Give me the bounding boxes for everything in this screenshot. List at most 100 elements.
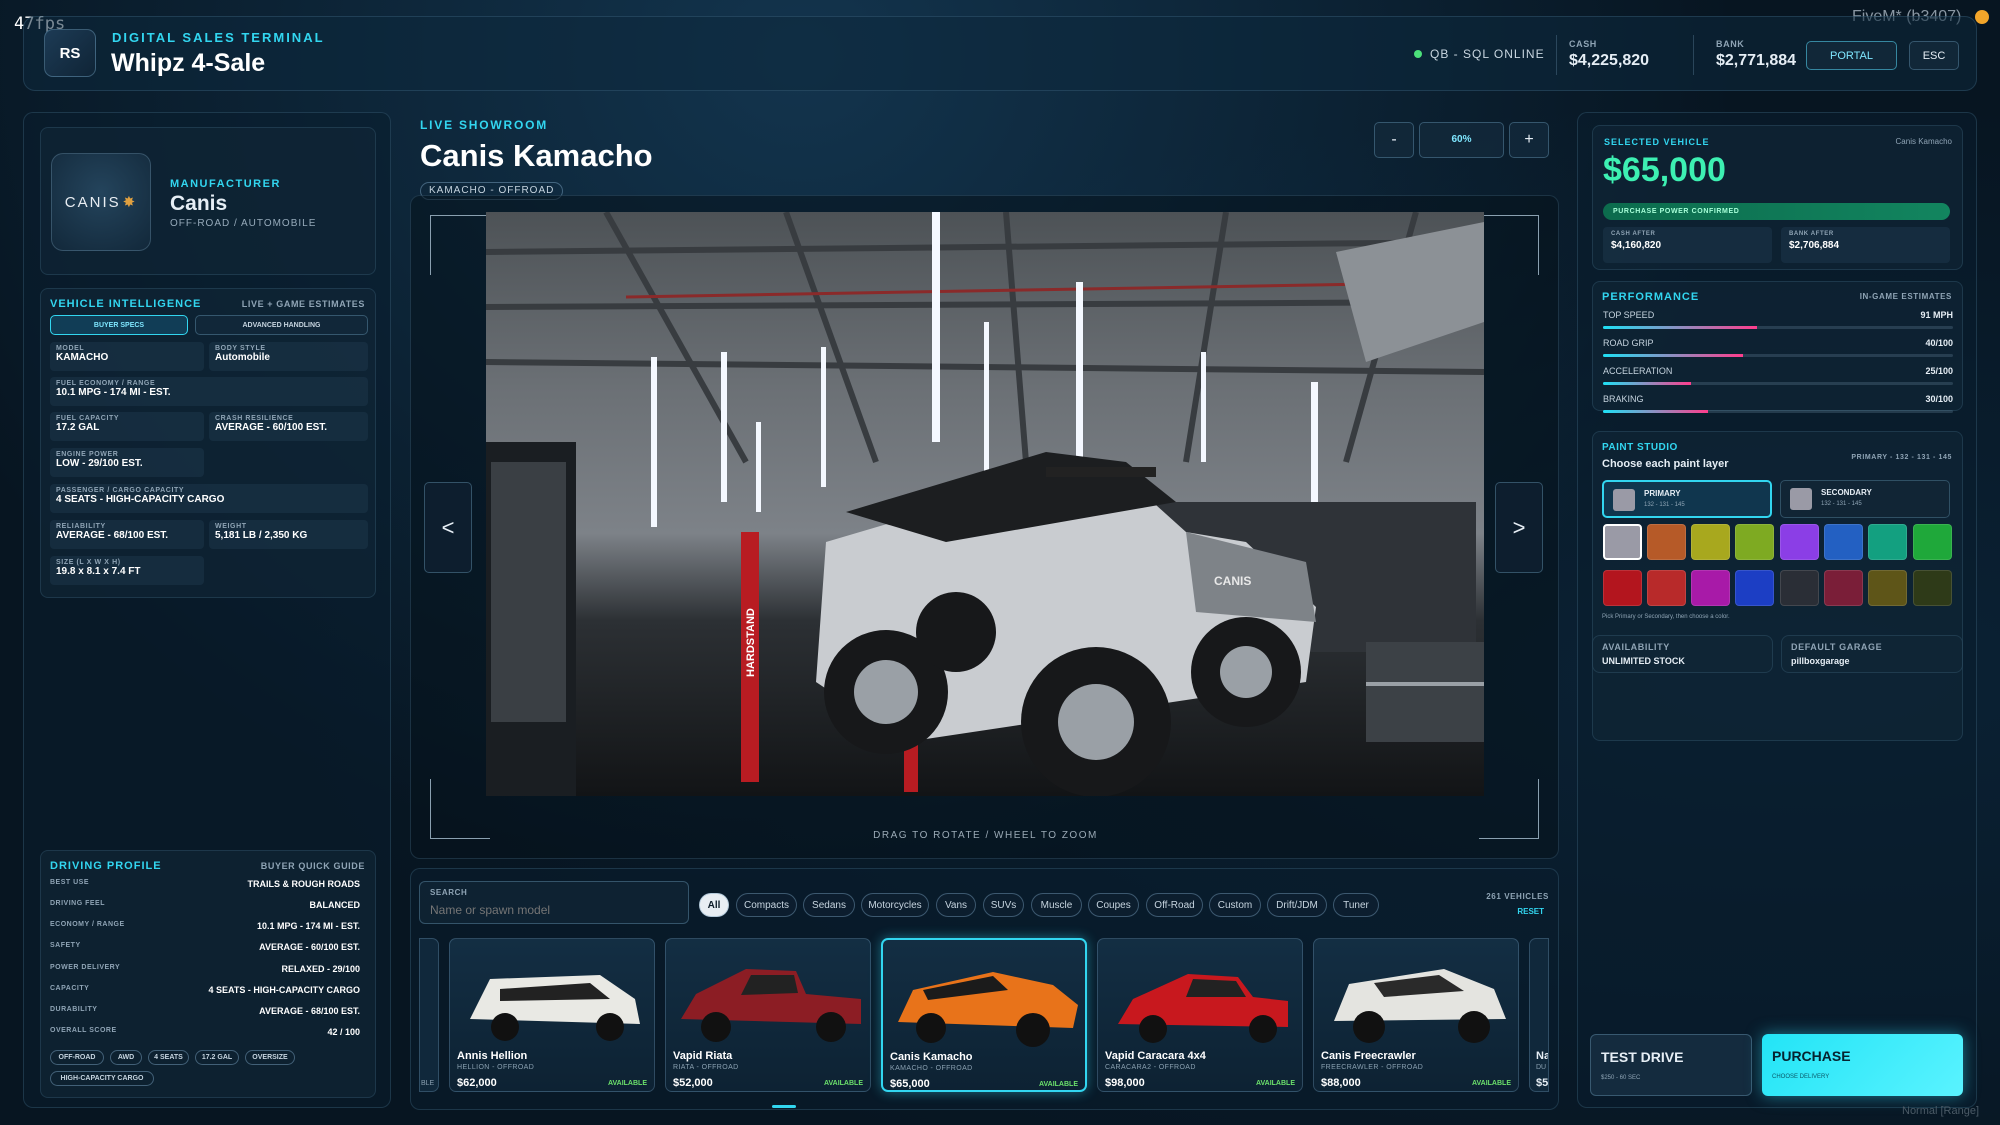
card-partial-price: $5 [1536, 1077, 1549, 1089]
filter-custom[interactable]: Custom [1209, 893, 1261, 917]
vehicle-card[interactable]: Vapid Riata RIATA - OFFROAD $52,000 AVAI… [665, 938, 871, 1092]
perf-row-braking: BRAKING 30/100 [1603, 394, 1953, 404]
vehicle-thumbnail [470, 975, 640, 1041]
profile-key: POWER DELIVERY [50, 964, 121, 971]
filter-compacts[interactable]: Compacts [736, 893, 797, 917]
purchase-button[interactable]: PURCHASE CHOOSE DELIVERY [1762, 1034, 1963, 1096]
vehicle-thumbnail [1118, 974, 1288, 1043]
cash-after-box: CASH AFTER $4,160,820 [1603, 227, 1772, 263]
filter-all[interactable]: All [699, 893, 729, 917]
perf-fill [1603, 382, 1691, 385]
perf-fill [1603, 410, 1708, 413]
card-sub: RIATA - OFFROAD [673, 1064, 739, 1071]
test-drive-label: TEST DRIVE [1601, 1049, 1684, 1065]
vehicle-card[interactable]: Vapid Caracara 4x4 CARACARA2 - OFFROAD $… [1097, 938, 1303, 1092]
filter-drift-jdm[interactable]: Drift/JDM [1267, 893, 1327, 917]
perf-key: BRAKING [1603, 394, 1644, 404]
spec-reliability: RELIABILITY AVERAGE - 68/100 EST. [50, 520, 204, 549]
profile-tag: HIGH-CAPACITY CARGO [50, 1071, 154, 1086]
paint-swatch[interactable] [1780, 524, 1819, 560]
status-dot [1414, 50, 1422, 58]
card-partial-left[interactable]: BLE [419, 938, 439, 1092]
paint-swatch[interactable] [1691, 524, 1730, 560]
paint-swatch[interactable] [1603, 570, 1642, 606]
tab-advanced-handling[interactable]: ADVANCED HANDLING [195, 315, 368, 335]
prev-vehicle-button[interactable]: < [424, 482, 472, 573]
paint-swatch[interactable] [1691, 570, 1730, 606]
portal-button[interactable]: PORTAL [1806, 41, 1897, 70]
vehicle-thumbnail [681, 969, 861, 1042]
paint-swatch[interactable] [1735, 570, 1774, 606]
filter-vans[interactable]: Vans [936, 893, 976, 917]
zoom-in-button[interactable]: + [1509, 122, 1549, 158]
paint-swatch[interactable] [1824, 570, 1863, 606]
filter-sedans[interactable]: Sedans [803, 893, 855, 917]
profile-value: 10.1 MPG - 174 MI - EST. [256, 921, 360, 931]
paint-primary-button[interactable]: PRIMARY 132 - 131 - 145 [1602, 480, 1772, 518]
card-partial-right[interactable]: Na DU $5 [1529, 938, 1549, 1092]
card-partial-sub: BLE [421, 1080, 435, 1087]
paint-swatch[interactable] [1647, 570, 1686, 606]
vehicle-card[interactable]: Annis Hellion HELLION - OFFROAD $62,000 … [449, 938, 655, 1092]
vehicle-card[interactable]: Canis Freecrawler FREECRAWLER - OFFROAD … [1313, 938, 1519, 1092]
purchase-power-text: PURCHASE POWER CONFIRMED [1613, 208, 1740, 215]
paint-hint: Pick Primary or Secondary, then choose a… [1602, 614, 1730, 620]
test-drive-button[interactable]: TEST DRIVE $250 - 60 SEC [1590, 1034, 1752, 1096]
availability-box: AVAILABILITY UNLIMITED STOCK [1592, 635, 1773, 673]
profile-row: SAFETY AVERAGE - 60/100 EST. [50, 942, 360, 952]
spec-label: FUEL ECONOMY / RANGE [56, 380, 156, 387]
card-partial-name: Na [1536, 1050, 1549, 1062]
next-vehicle-button[interactable]: > [1495, 482, 1543, 573]
search-input[interactable] [430, 901, 680, 919]
paint-secondary-button[interactable]: SECONDARY 132 - 131 - 145 [1780, 480, 1950, 518]
filter-motorcycles[interactable]: Motorcycles [861, 893, 929, 917]
spec-crash: CRASH RESILIENCE AVERAGE - 60/100 EST. [209, 412, 368, 441]
spec-body: BODY STYLE Automobile [209, 342, 368, 371]
bank-after-label: BANK AFTER [1789, 231, 1834, 237]
vehicle-card-selected[interactable]: Canis Kamacho KAMACHO - OFFROAD $65,000 … [881, 938, 1087, 1092]
paint-swatch[interactable] [1913, 524, 1952, 560]
manufacturer-logo: CANIS ✸ [51, 153, 151, 251]
paint-swatch[interactable] [1868, 524, 1907, 560]
purchase-power-bar: PURCHASE POWER CONFIRMED [1603, 203, 1950, 220]
reset-button[interactable]: RESET [1517, 907, 1544, 916]
profile-key: BEST USE [50, 879, 90, 886]
paint-swatch[interactable] [1735, 524, 1774, 560]
paint-swatch[interactable] [1913, 570, 1952, 606]
paint-swatch[interactable] [1647, 524, 1686, 560]
zoom-out-button[interactable]: - [1374, 122, 1414, 158]
profile-tag: OVERSIZE [245, 1050, 295, 1065]
paint-swatch[interactable] [1780, 570, 1819, 606]
intel-title: VEHICLE INTELLIGENCE [50, 298, 202, 310]
filter-muscle[interactable]: Muscle [1031, 893, 1082, 917]
profile-hint: BUYER QUICK GUIDE [260, 861, 365, 871]
esc-button[interactable]: ESC [1909, 41, 1959, 70]
filter-suvs[interactable]: SUVs [983, 893, 1024, 917]
card-availability: AVAILABLE [823, 1080, 863, 1087]
card-partial-sub: DU [1536, 1064, 1547, 1071]
filter-coupes[interactable]: Coupes [1088, 893, 1139, 917]
perf-value: 30/100 [1925, 394, 1953, 404]
bank-after-value: $2,706,884 [1789, 240, 1840, 251]
perf-bar-acceleration [1603, 382, 1953, 385]
profile-row: OVERALL SCORE 42 / 100 [50, 1027, 360, 1037]
perf-row-top-speed: TOP SPEED 91 MPH [1603, 310, 1953, 320]
logo-text: RS [59, 44, 81, 62]
tab-buyer-specs[interactable]: BUYER SPECS [50, 315, 188, 335]
paint-swatch[interactable] [1824, 524, 1863, 560]
performance-hint: IN-GAME ESTIMATES [1859, 292, 1952, 301]
filter-offroad[interactable]: Off-Road [1146, 893, 1203, 917]
profile-tag: AWD [110, 1050, 142, 1065]
paint-swatch[interactable] [1868, 570, 1907, 606]
rotate-hint: DRAG TO ROTATE / WHEEL TO ZOOM [873, 830, 1098, 841]
vehicle-viewport[interactable]: CANIS HARDSTAND [486, 212, 1484, 796]
card-availability: AVAILABLE [607, 1080, 647, 1087]
bank-value: $2,771,884 [1716, 52, 1797, 69]
perf-fill [1603, 354, 1743, 357]
manufacturer-category: OFF-ROAD / AUTOMOBILE [170, 218, 317, 229]
carousel-scroll-indicator[interactable] [772, 1105, 796, 1108]
card-price: $98,000 [1105, 1077, 1145, 1089]
availability-label: AVAILABILITY [1602, 642, 1670, 652]
filter-tuner[interactable]: Tuner [1333, 893, 1379, 917]
paint-swatch[interactable] [1603, 524, 1642, 560]
